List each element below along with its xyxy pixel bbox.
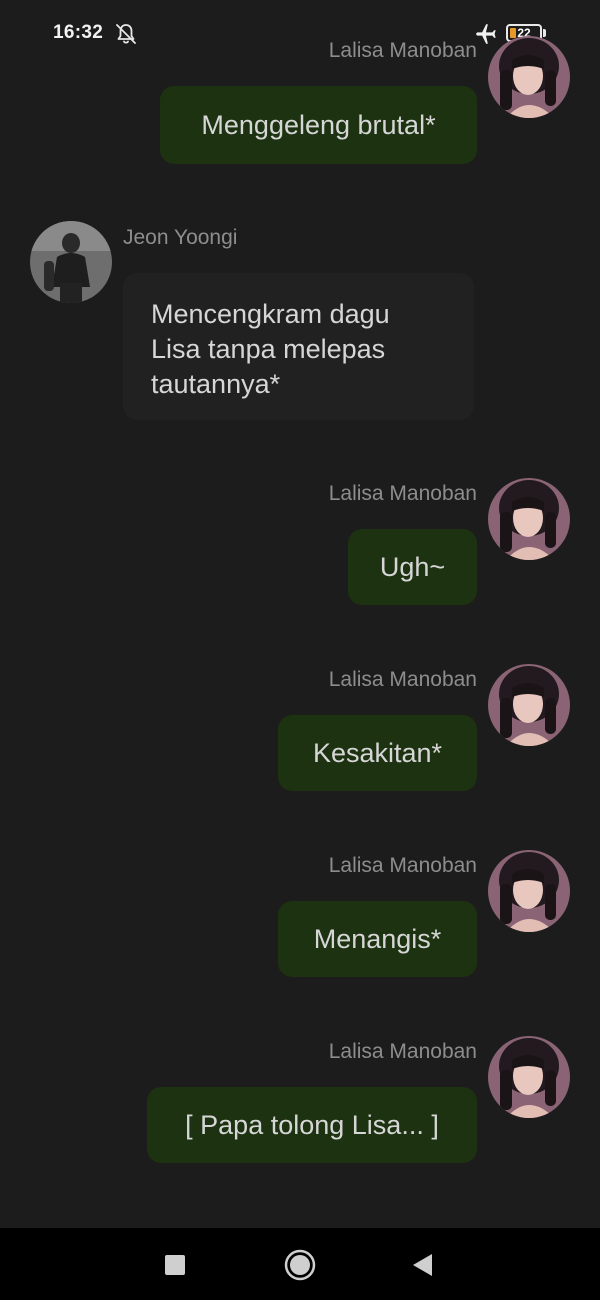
message-bubble[interactable]: Kesakitan* [278, 715, 477, 791]
home-circle-icon[interactable] [284, 1249, 316, 1281]
message-bubble[interactable]: Menggeleng brutal* [160, 86, 477, 164]
avatar[interactable] [488, 478, 570, 560]
message-bubble[interactable]: Menangis* [278, 901, 477, 977]
sender-name: Lalisa Manoban [328, 854, 477, 877]
message-text: Mencengkram dagu Lisa tanpa melepas taut… [151, 299, 390, 399]
battery-cap [543, 29, 546, 37]
message-text: [ Papa tolong Lisa... ] [185, 1109, 439, 1140]
sender-name: Lalisa Manoban [328, 482, 477, 505]
airplane-mode-icon [476, 24, 496, 44]
bell-off-icon [116, 24, 136, 44]
avatar[interactable] [30, 221, 112, 303]
message-text: Menangis* [313, 923, 442, 954]
message-text: Ugh~ [379, 551, 446, 582]
sender-name: Lalisa Manoban [328, 1040, 477, 1063]
message-bubble[interactable]: Ugh~ [348, 529, 477, 605]
message-bubble[interactable]: Mencengkram dagu Lisa tanpa melepas taut… [123, 273, 474, 420]
avatar[interactable] [488, 1036, 570, 1118]
recents-square-icon[interactable] [165, 1255, 185, 1275]
navigation-bar [0, 1228, 600, 1300]
sender-name: Lalisa Manoban [328, 668, 477, 691]
message-text: Menggeleng brutal* [201, 109, 436, 140]
message-text: Kesakitan* [312, 737, 443, 768]
status-time: 16:32 [53, 22, 104, 43]
avatar[interactable] [488, 664, 570, 746]
avatar[interactable] [488, 850, 570, 932]
chat-screen: 16:32 22 Lalisa Manoban Menggeleng bruta… [0, 0, 600, 1228]
sender-name: Jeon Yoongi [123, 226, 238, 249]
sender-name: Lalisa Manoban [328, 39, 477, 62]
message-bubble[interactable]: [ Papa tolong Lisa... ] [147, 1087, 477, 1163]
back-triangle-icon[interactable] [410, 1252, 436, 1278]
avatar[interactable] [488, 36, 570, 118]
